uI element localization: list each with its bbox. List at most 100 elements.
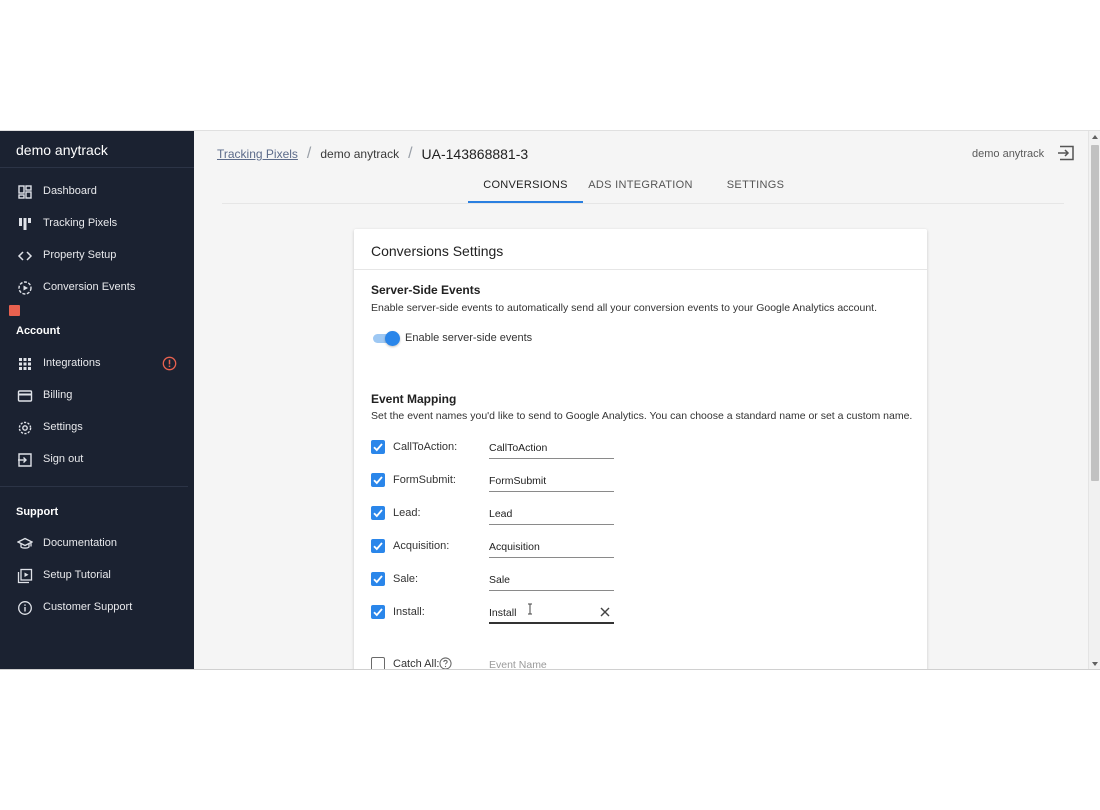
event-name-input[interactable]: Install bbox=[489, 602, 614, 624]
sidebar-item-integrations[interactable]: Integrations bbox=[0, 348, 194, 380]
event-checkbox[interactable] bbox=[371, 605, 385, 619]
alert-icon bbox=[162, 356, 177, 371]
event-row-lead: Lead: Lead bbox=[371, 503, 911, 525]
event-checkbox[interactable] bbox=[371, 572, 385, 586]
checkmark-icon bbox=[373, 542, 383, 551]
catch-all-checkbox[interactable] bbox=[371, 657, 385, 669]
event-name-value: Acquisition bbox=[489, 541, 540, 553]
sidebar-item-label: Settings bbox=[43, 421, 83, 433]
dashboard-icon bbox=[18, 185, 32, 199]
server-side-toggle[interactable] bbox=[371, 331, 400, 346]
sidebar-item-label: Integrations bbox=[43, 357, 101, 369]
support-section-title: Support bbox=[16, 506, 59, 518]
breadcrumb-separator: / bbox=[408, 145, 413, 162]
breadcrumb-separator: / bbox=[306, 145, 312, 162]
tab-conversions[interactable]: CONVERSIONS bbox=[468, 171, 583, 203]
checkmark-icon bbox=[373, 476, 383, 485]
event-name-input[interactable]: CallToAction bbox=[489, 437, 614, 459]
sidebar-item-label: Setup Tutorial bbox=[43, 569, 111, 581]
event-name-value: Install bbox=[489, 607, 517, 619]
main-content: Tracking Pixels / demo anytrack / UA-143… bbox=[194, 131, 1088, 670]
sidebar-item-billing[interactable]: Billing bbox=[0, 380, 194, 412]
tab-divider bbox=[222, 203, 1064, 204]
checkmark-icon bbox=[373, 608, 383, 617]
event-checkbox[interactable] bbox=[371, 473, 385, 487]
checkmark-icon bbox=[373, 575, 383, 584]
help-icon[interactable] bbox=[439, 657, 452, 670]
video-library-icon bbox=[17, 568, 33, 584]
sidebar-item-label: Sign out bbox=[43, 453, 84, 465]
account-name[interactable]: demo anytrack bbox=[972, 148, 1044, 160]
sidebar-item-sign-out[interactable]: Sign out bbox=[0, 444, 194, 476]
event-row-calltoaction: CallToAction: CallToAction bbox=[371, 437, 911, 459]
event-row-formsubmit: FormSubmit: FormSubmit bbox=[371, 470, 911, 492]
event-name-input[interactable]: Lead bbox=[489, 503, 614, 525]
event-name-value: Lead bbox=[489, 508, 513, 520]
sidebar-item-label: Conversion Events bbox=[43, 281, 136, 293]
gear-icon bbox=[18, 421, 32, 435]
sidebar-item-customer-support[interactable]: Customer Support bbox=[0, 592, 194, 624]
event-checkbox[interactable] bbox=[371, 539, 385, 553]
info-icon bbox=[18, 601, 32, 615]
event-name-input[interactable]: FormSubmit bbox=[489, 470, 614, 492]
logout-icon[interactable] bbox=[1057, 145, 1075, 161]
sidebar-item-label: Documentation bbox=[43, 537, 117, 549]
event-label: Sale: bbox=[393, 573, 419, 585]
server-side-description: Enable server-side events to automatical… bbox=[371, 302, 878, 314]
scrollbar[interactable] bbox=[1088, 131, 1100, 669]
breadcrumb-link-tracking-pixels[interactable]: Tracking Pixels bbox=[217, 147, 298, 161]
sidebar-item-label: Customer Support bbox=[43, 601, 133, 613]
event-name-input[interactable]: Acquisition bbox=[489, 536, 614, 558]
catch-all-placeholder: Event Name bbox=[489, 659, 547, 670]
notification-marker bbox=[9, 305, 20, 316]
events-icon bbox=[18, 281, 32, 295]
sidebar-item-label: Tracking Pixels bbox=[43, 217, 118, 229]
event-name-value: CallToAction bbox=[489, 442, 548, 454]
event-name-value: Sale bbox=[489, 574, 511, 586]
event-row-catch-all: Catch All: Event Name bbox=[371, 654, 911, 670]
text-cursor-icon bbox=[528, 603, 532, 615]
sidebar-item-setup-tutorial[interactable]: Setup Tutorial bbox=[0, 560, 194, 592]
event-row-sale: Sale: Sale bbox=[371, 569, 911, 591]
apps-grid-icon bbox=[19, 358, 31, 370]
scroll-thumb[interactable] bbox=[1091, 145, 1099, 481]
scroll-up-arrow-icon[interactable] bbox=[1091, 133, 1099, 141]
sidebar: demo anytrack Dashboard Tracking Pixels … bbox=[0, 131, 194, 669]
event-checkbox[interactable] bbox=[371, 440, 385, 454]
breadcrumb-property: demo anytrack bbox=[320, 147, 400, 161]
checkmark-icon bbox=[373, 509, 383, 518]
sidebar-item-documentation[interactable]: Documentation bbox=[0, 528, 194, 560]
event-checkbox[interactable] bbox=[371, 506, 385, 520]
sidebar-item-property-setup[interactable]: Property Setup bbox=[0, 240, 194, 272]
breadcrumb: Tracking Pixels / demo anytrack / UA-143… bbox=[217, 145, 528, 163]
scroll-down-arrow-icon[interactable] bbox=[1091, 660, 1099, 668]
catch-all-input[interactable]: Event Name bbox=[489, 654, 614, 670]
toggle-label: Enable server-side events bbox=[405, 332, 533, 344]
event-label: Acquisition: bbox=[393, 540, 450, 552]
event-label: Catch All: bbox=[393, 658, 440, 670]
sidebar-divider bbox=[0, 167, 194, 168]
tab-settings[interactable]: SETTINGS bbox=[698, 171, 813, 203]
event-name-input[interactable]: Sale bbox=[489, 569, 614, 591]
sidebar-item-dashboard[interactable]: Dashboard bbox=[0, 176, 194, 208]
conversions-settings-card: Conversions Settings Server-Side Events … bbox=[354, 229, 927, 670]
close-icon[interactable] bbox=[599, 606, 611, 618]
sidebar-item-settings[interactable]: Settings bbox=[0, 412, 194, 444]
event-name-value: FormSubmit bbox=[489, 475, 547, 487]
sign-out-icon bbox=[18, 453, 32, 467]
pixel-icon bbox=[19, 218, 31, 230]
server-side-heading: Server-Side Events bbox=[371, 283, 481, 297]
tab-ads-integration[interactable]: ADS INTEGRATION bbox=[583, 171, 698, 203]
card-title: Conversions Settings bbox=[371, 243, 504, 259]
app-window: demo anytrack Dashboard Tracking Pixels … bbox=[0, 130, 1100, 670]
sidebar-item-tracking-pixels[interactable]: Tracking Pixels bbox=[0, 208, 194, 240]
event-label: Lead: bbox=[393, 507, 421, 519]
event-row-acquisition: Acquisition: Acquisition bbox=[371, 536, 911, 558]
sidebar-item-label: Property Setup bbox=[43, 249, 117, 261]
code-icon bbox=[17, 251, 33, 261]
event-label: FormSubmit: bbox=[393, 474, 456, 486]
toggle-thumb bbox=[385, 331, 400, 346]
sidebar-item-conversion-events[interactable]: Conversion Events bbox=[0, 272, 194, 304]
credit-card-icon bbox=[17, 390, 33, 402]
event-mapping-description: Set the event names you'd like to send t… bbox=[371, 410, 913, 422]
